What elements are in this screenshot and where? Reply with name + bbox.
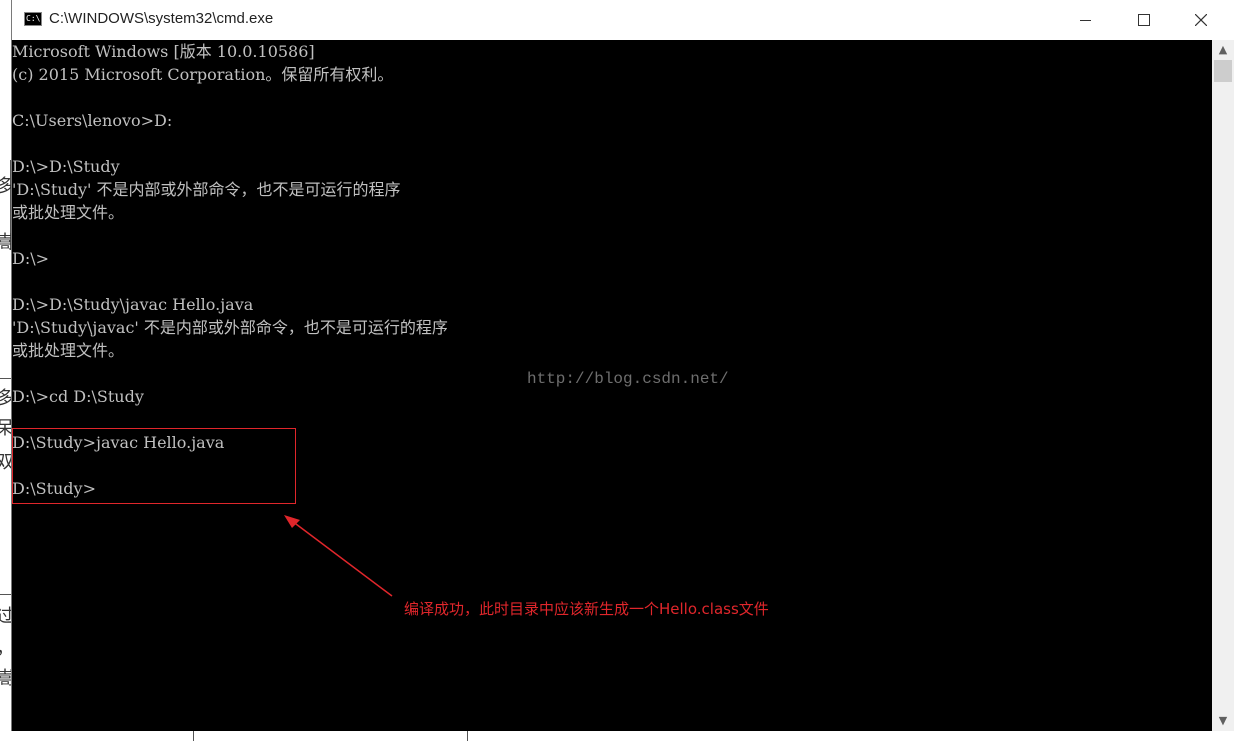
annotation-arrow-icon	[284, 515, 393, 597]
annotation-text: 编译成功，此时目录中应该新生成一个Hello.class文件	[404, 600, 769, 618]
cmd-window: C:\. C:\WINDOWS\system32\cmd.exe Microso…	[11, 0, 1234, 731]
close-icon	[1195, 14, 1207, 26]
console-line: D:\>cd D:\Study	[12, 387, 144, 406]
maximize-icon	[1138, 14, 1150, 26]
scroll-down-button[interactable]: ▼	[1212, 711, 1234, 731]
console-line: 或批处理文件。	[12, 203, 125, 222]
console-line: D:\>	[12, 249, 50, 268]
console-output[interactable]: Microsoft Windows [版本 10.0.10586] (c) 20…	[12, 40, 1212, 731]
bg-divider	[193, 731, 194, 741]
highlight-box	[12, 428, 296, 504]
console-line: 'D:\Study\javac' 不是内部或外部命令，也不是可运行的程序	[12, 318, 448, 337]
cmd-icon[interactable]: C:\.	[24, 12, 46, 26]
console-line: Microsoft Windows [版本 10.0.10586]	[12, 42, 315, 61]
watermark: http://blog.csdn.net/	[527, 370, 729, 388]
maximize-button[interactable]	[1114, 0, 1172, 40]
minimize-button[interactable]	[1056, 0, 1114, 40]
close-button[interactable]	[1172, 0, 1230, 40]
chevron-down-icon: ▼	[1218, 714, 1228, 727]
chevron-up-icon: ▲	[1218, 43, 1228, 56]
title-bar[interactable]: C:\. C:\WINDOWS\system32\cmd.exe	[12, 0, 1234, 40]
console-line: D:\>D:\Study	[12, 157, 120, 176]
console-line: 'D:\Study' 不是内部或外部命令，也不是可运行的程序	[12, 180, 401, 199]
console-line: (c) 2015 Microsoft Corporation。保留所有权利。	[12, 65, 394, 84]
bg-divider	[0, 378, 11, 379]
console-line: C:\Users\lenovo>D:	[12, 111, 173, 130]
scrollbar-thumb[interactable]	[1214, 60, 1232, 82]
console-line: 或批处理文件。	[12, 341, 125, 360]
vertical-scrollbar[interactable]: ▲ ▼	[1212, 40, 1234, 731]
window-title: C:\WINDOWS\system32\cmd.exe	[49, 10, 274, 27]
console-line: D:\>D:\Study\javac Hello.java	[12, 295, 254, 314]
bg-divider	[0, 594, 11, 595]
cmd-icon-glyph: C:\.	[26, 14, 46, 23]
scroll-up-button[interactable]: ▲	[1212, 40, 1234, 60]
bg-divider	[467, 731, 468, 741]
minimize-icon	[1080, 20, 1091, 21]
